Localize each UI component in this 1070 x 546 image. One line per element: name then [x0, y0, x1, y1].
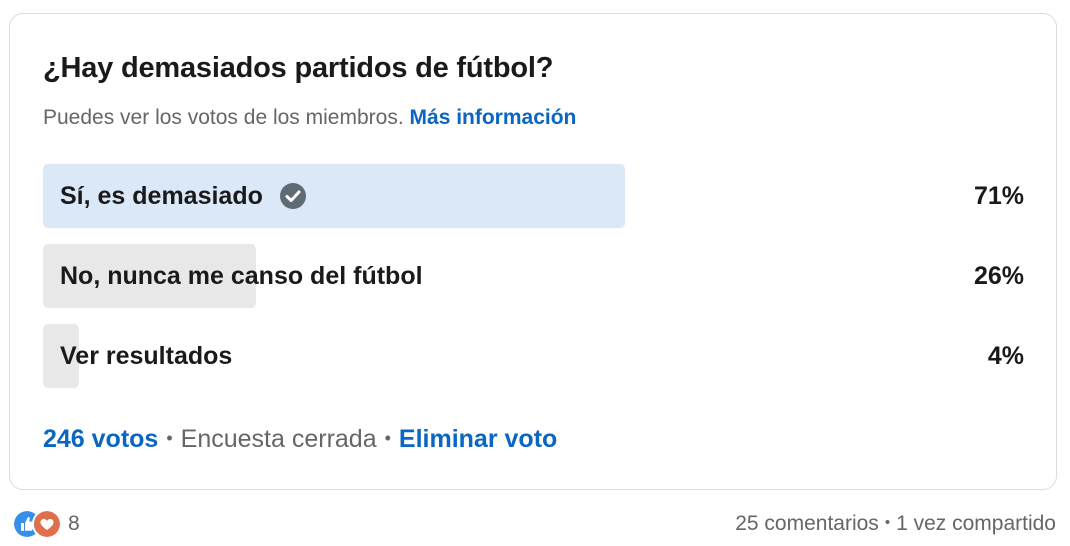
- poll-option-2[interactable]: No, nunca me canso del fútbol 26%: [43, 244, 1024, 308]
- separator-dot: •: [384, 428, 391, 448]
- post-stats: 25 comentarios • 1 vez compartido: [735, 512, 1056, 536]
- poll-option-3[interactable]: Ver resultados 4%: [43, 324, 1024, 388]
- reaction-count: 8: [68, 512, 80, 535]
- poll-option-1-label: Sí, es demasiado: [60, 182, 263, 210]
- poll-visibility-note: Puedes ver los votos de los miembros. Má…: [43, 106, 576, 130]
- poll-option-1[interactable]: Sí, es demasiado 71%: [43, 164, 1024, 228]
- more-info-link[interactable]: Más información: [410, 106, 577, 129]
- separator-dot: •: [166, 428, 173, 448]
- remove-vote-link[interactable]: Eliminar voto: [399, 425, 557, 453]
- shares-count-link[interactable]: 1 vez compartido: [896, 512, 1056, 535]
- reactions-summary[interactable]: 8: [12, 509, 80, 539]
- poll-card: ¿Hay demasiados partidos de fútbol? Pued…: [9, 13, 1057, 490]
- poll-option-3-percent: 4%: [987, 342, 1024, 370]
- poll-option-2-label: No, nunca me canso del fútbol: [60, 262, 423, 290]
- separator-dot: •: [884, 514, 891, 531]
- comments-count-link[interactable]: 25 comentarios: [735, 512, 879, 535]
- social-bar: 8 25 comentarios • 1 vez compartido: [0, 505, 1070, 543]
- check-circle-icon: [279, 183, 306, 209]
- poll-meta: 246 votos • Encuesta cerrada • Eliminar voto: [43, 425, 557, 454]
- visibility-text: Puedes ver los votos de los miembros.: [43, 106, 404, 129]
- poll-option-3-label: Ver resultados: [60, 342, 233, 370]
- votes-link[interactable]: 246 votos: [43, 425, 158, 453]
- poll-option-2-percent: 26%: [973, 262, 1024, 290]
- love-icon: [32, 509, 62, 539]
- poll-question: ¿Hay demasiados partidos de fútbol?: [43, 52, 554, 84]
- poll-status: Encuesta cerrada: [180, 425, 377, 453]
- poll-option-1-percent: 71%: [973, 182, 1024, 210]
